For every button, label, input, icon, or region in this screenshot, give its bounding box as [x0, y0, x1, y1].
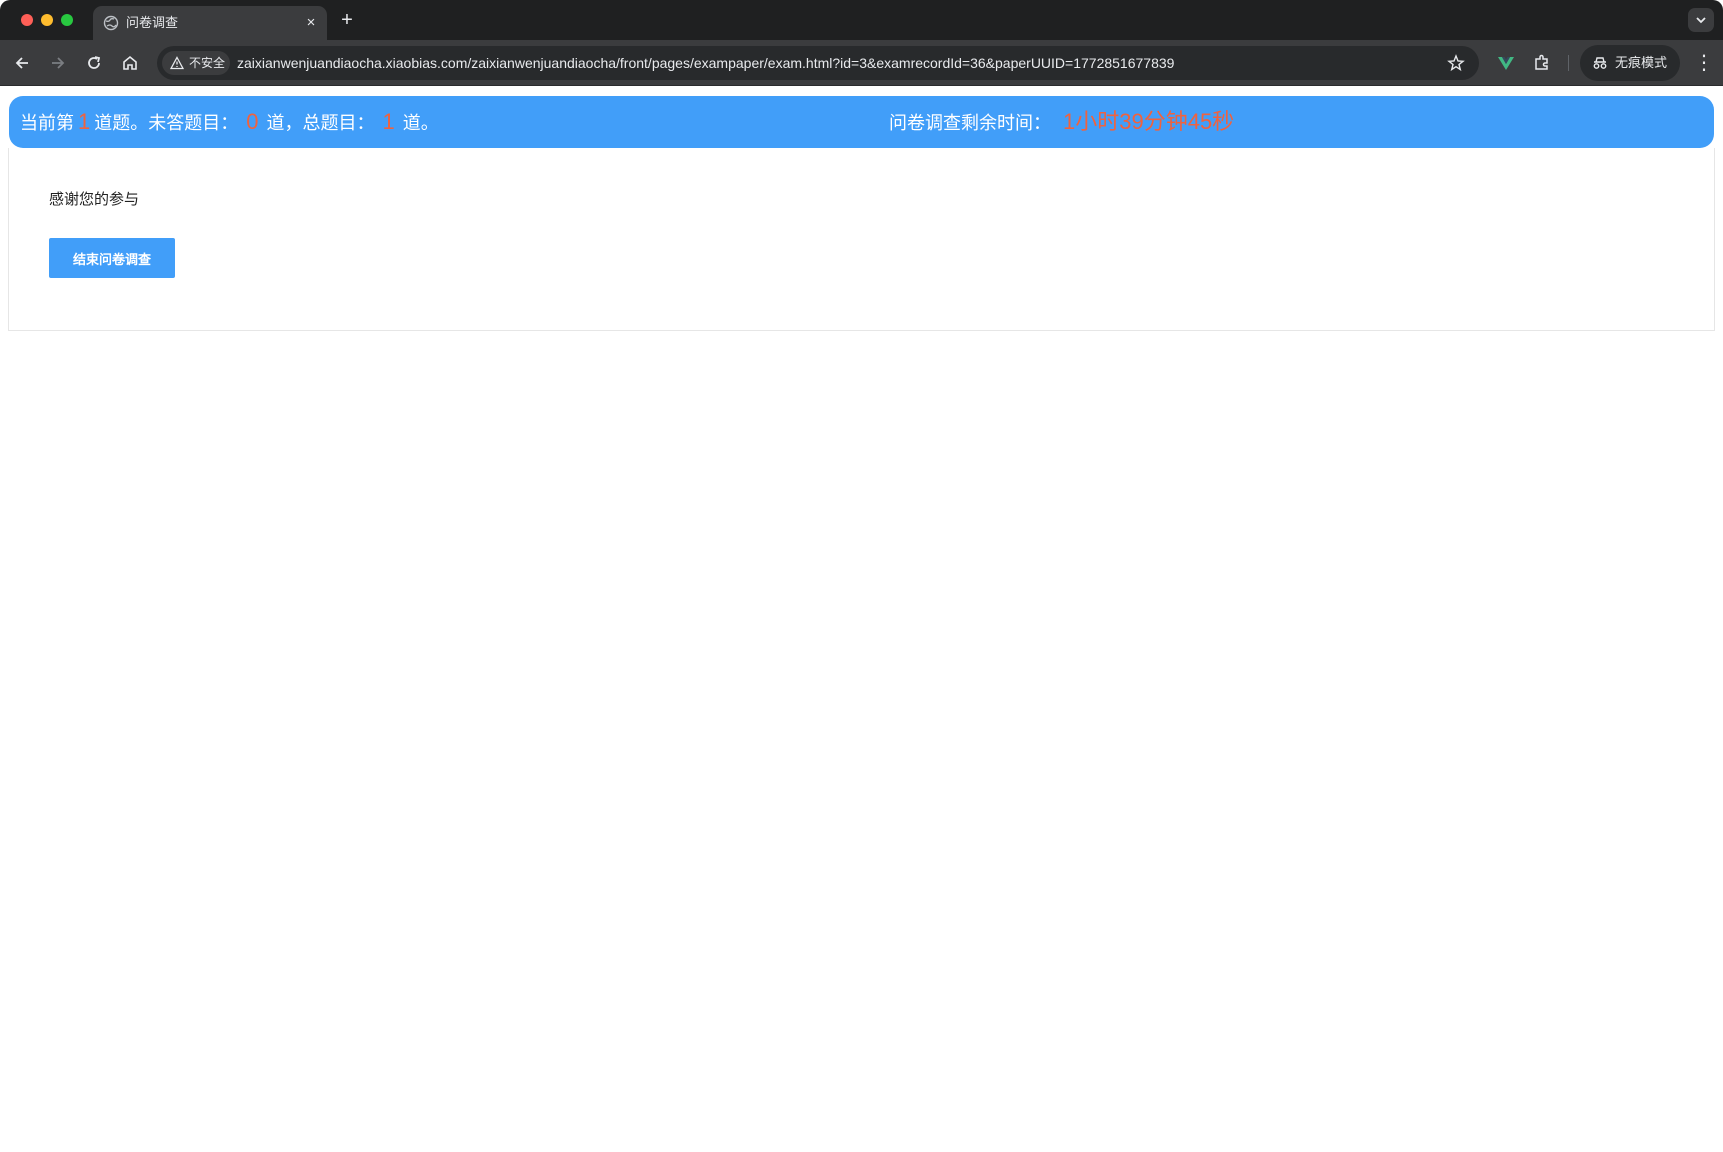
page-content: 当前第 1 道题。未答题目： 0 道，总题目： 1 道。 问卷调查剩余时间： 1小时39分钟4… — [0, 87, 1723, 1152]
incognito-label: 无痕模式 — [1615, 55, 1668, 70]
total-count: 1 — [382, 109, 395, 134]
tab-search-button[interactable] — [1688, 8, 1714, 32]
incognito-button[interactable]: 无痕模式 — [1580, 45, 1680, 81]
toolbar-divider — [1568, 55, 1569, 71]
security-chip-label: 不安全 — [189, 56, 226, 70]
progress-suffix: 道。 — [402, 113, 439, 133]
tab-close-icon[interactable]: × — [303, 15, 319, 31]
security-chip[interactable]: 不安全 — [162, 51, 230, 75]
new-tab-button[interactable]: + — [337, 10, 357, 30]
finish-survey-button[interactable]: 结束问卷调查 — [49, 238, 175, 278]
progress-prefix: 当前第 — [20, 113, 74, 133]
maximize-window-button[interactable] — [61, 14, 73, 26]
progress-summary: 当前第 1 道题。未答题目： 0 道，总题目： 1 道。 — [20, 96, 439, 149]
chevron-down-icon — [1696, 17, 1706, 24]
thanks-message: 感谢您的参与 — [49, 191, 140, 208]
survey-panel: 感谢您的参与 结束问卷调查 — [8, 148, 1715, 331]
timer-value: 1小时39分钟45秒 — [1063, 109, 1235, 134]
home-icon[interactable] — [120, 53, 140, 73]
browser-window: 问卷调查 × + 不安全 zaixianwenjuandiaocha.xiaob… — [0, 0, 1723, 1152]
vue-devtools-icon[interactable] — [1496, 53, 1516, 73]
tab-title: 问卷调查 — [126, 15, 179, 30]
reload-icon[interactable] — [84, 53, 104, 73]
toolbar: 不安全 zaixianwenjuandiaocha.xiaobias.com/z… — [0, 40, 1723, 86]
url-text[interactable]: zaixianwenjuandiaocha.xiaobias.com/zaixi… — [237, 46, 1174, 80]
bookmark-star-icon[interactable] — [1447, 54, 1465, 72]
timer-label: 问卷调查剩余时间： — [889, 113, 1051, 133]
progress-mid2: 道，总题目： — [266, 113, 375, 133]
tab-active[interactable]: 问卷调查 × — [93, 6, 327, 40]
extensions-puzzle-icon[interactable] — [1532, 53, 1552, 73]
close-window-button[interactable] — [21, 14, 33, 26]
remaining-time: 问卷调查剩余时间： 1小时39分钟45秒 — [889, 96, 1234, 149]
warning-icon — [170, 56, 184, 70]
unanswered-count: 0 — [246, 109, 259, 134]
current-question-number: 1 — [78, 109, 91, 134]
globe-icon — [103, 15, 119, 31]
minimize-window-button[interactable] — [41, 14, 53, 26]
survey-status-bar: 当前第 1 道题。未答题目： 0 道，总题目： 1 道。 问卷调查剩余时间： 1小时39分钟4… — [9, 96, 1714, 148]
address-bar[interactable]: 不安全 zaixianwenjuandiaocha.xiaobias.com/z… — [157, 46, 1479, 80]
back-arrow-icon[interactable] — [12, 53, 32, 73]
forward-arrow-icon[interactable] — [48, 53, 68, 73]
progress-mid1: 道题。未答题目： — [94, 113, 239, 133]
browser-menu-icon[interactable]: ⋮ — [1694, 48, 1714, 78]
incognito-icon — [1593, 57, 1607, 69]
tab-strip: 问卷调查 × + — [0, 0, 1723, 40]
